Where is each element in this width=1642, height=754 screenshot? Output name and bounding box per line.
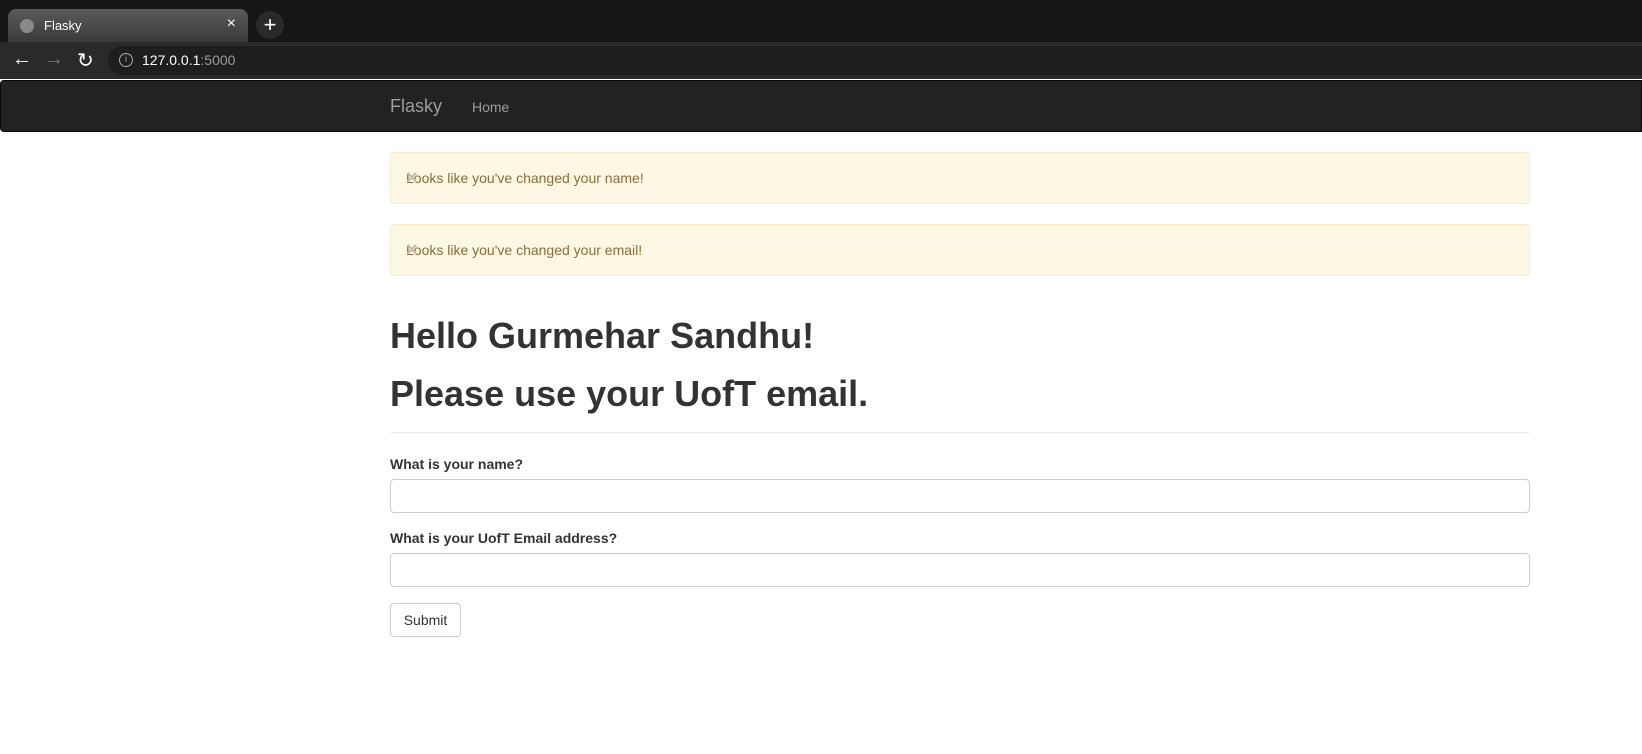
back-icon[interactable]: ← (12, 48, 32, 71)
tab-title: Flasky (44, 18, 82, 33)
reload-icon[interactable]: ↻ (77, 48, 94, 73)
close-icon[interactable]: × (406, 239, 1515, 262)
site-navbar: Flasky Home (0, 80, 1642, 132)
instruction-heading: Please use your UofT email. (390, 373, 869, 414)
close-icon[interactable]: × (406, 167, 1515, 190)
flash-alert: Looks like you've changed your name! × (390, 152, 1530, 204)
url-host: 127.0.0.1 (142, 52, 201, 68)
greeting-heading: Hello Gurmehar Sandhu! (390, 315, 815, 356)
submit-button[interactable]: Submit (390, 603, 461, 637)
globe-icon (20, 19, 34, 33)
new-tab-button[interactable]: + (256, 11, 284, 39)
browser-tab[interactable]: Flasky × (8, 9, 248, 42)
flash-alert: Looks like you've changed your email! × (390, 224, 1530, 276)
info-icon[interactable]: i (119, 53, 133, 67)
tab-strip: Flasky × + (0, 0, 1642, 42)
url-port: :5000 (200, 52, 236, 68)
name-input[interactable] (390, 479, 1530, 513)
email-label: What is your UofT Email address? (390, 530, 618, 546)
brand-link[interactable]: Flasky (390, 96, 442, 117)
nav-home-link[interactable]: Home (472, 99, 509, 115)
divider (390, 432, 1530, 433)
name-label: What is your name? (390, 456, 524, 472)
address-bar[interactable]: i 127.0.0.1:5000 (108, 46, 1642, 75)
forward-icon[interactable]: → (44, 48, 64, 71)
close-tab-icon[interactable]: × (227, 15, 236, 33)
email-input[interactable] (390, 553, 1530, 587)
browser-toolbar: ← → ↻ i 127.0.0.1:5000 (0, 42, 1642, 79)
